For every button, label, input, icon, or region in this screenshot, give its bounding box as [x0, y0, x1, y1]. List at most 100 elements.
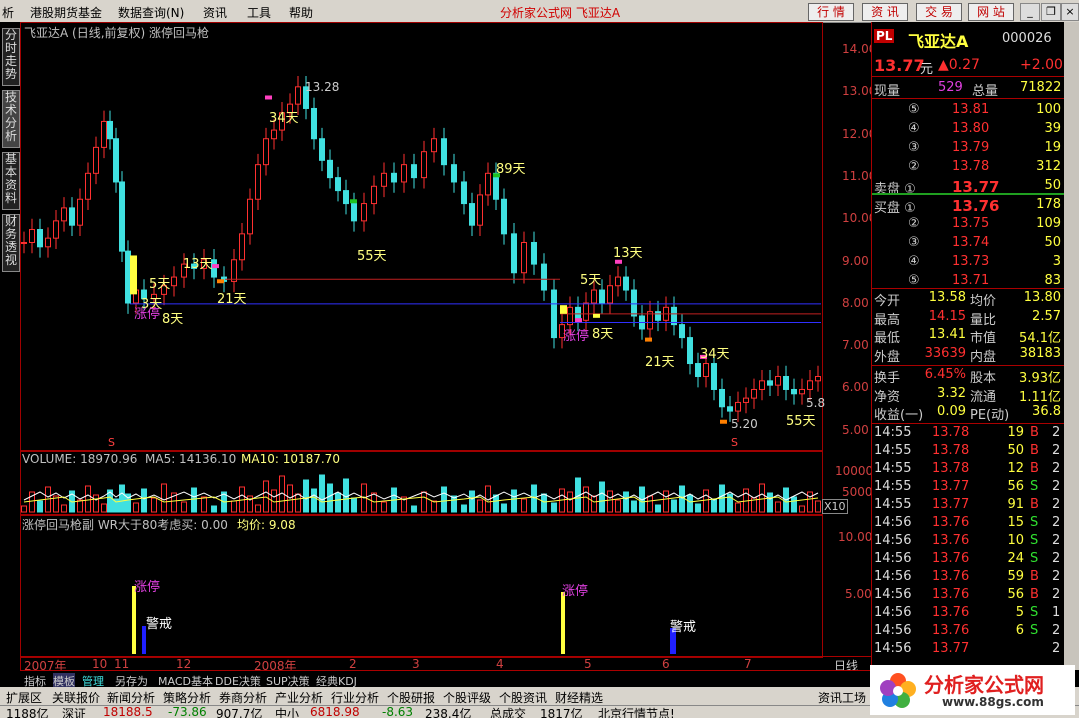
menu-item-help[interactable]: 帮助: [289, 4, 313, 21]
tick-count: 2: [1052, 587, 1061, 602]
price-tick: 9.00: [842, 253, 869, 268]
nav-sector[interactable]: 行业分析: [331, 689, 379, 706]
current-vol: 529: [938, 80, 963, 95]
nav-strategy[interactable]: 策略分析: [163, 689, 211, 706]
quotes-button[interactable]: 行 情: [808, 3, 854, 21]
last-price: 13.77: [874, 56, 925, 75]
bid-level-label: 买盘 ①: [874, 201, 916, 216]
candle-body: [319, 138, 325, 161]
volume-bar: [501, 503, 507, 513]
website-button[interactable]: 网 站: [968, 3, 1014, 21]
nav-finance-picks[interactable]: 财经精选: [555, 689, 603, 706]
tab-financials[interactable]: 财务透视: [2, 214, 20, 272]
nav-info-workshop[interactable]: 资讯工场: [818, 689, 866, 706]
tick-row: 14:55 13.77 91 B 2: [872, 497, 1065, 515]
candle-body: [125, 250, 131, 304]
candle-body: [783, 376, 789, 390]
volume-bar: [815, 500, 821, 513]
tick-time: 14:56: [874, 623, 912, 638]
left-tab-bar: 分时走势 技术分析 基本资料 财务透视: [0, 22, 21, 670]
candle-body: [815, 376, 821, 382]
info-button[interactable]: 资 讯: [862, 3, 908, 21]
limit-up-bar: [130, 255, 137, 295]
nav-news-analysis[interactable]: 新闻分析: [107, 689, 155, 706]
time-label-6: 6: [662, 657, 670, 671]
ask-volume: 50: [1044, 178, 1061, 193]
tick-count: 2: [1052, 443, 1061, 458]
trade-button[interactable]: 交 易: [916, 3, 962, 21]
candle-body: [381, 172, 387, 187]
volume-bar: [211, 505, 217, 513]
price-annotation: 21天: [217, 292, 247, 307]
volume-bar: [295, 493, 301, 513]
menu-item-tools[interactable]: 工具: [247, 4, 271, 21]
nav-industry-chain[interactable]: 产业分析: [275, 689, 323, 706]
tick-time: 14:55: [874, 497, 912, 512]
tick-row: 14:56 13.76 59 B 2: [872, 569, 1065, 587]
tab-fundamentals[interactable]: 基本资料: [2, 152, 20, 210]
price-tick: 8.00: [842, 295, 869, 310]
price-change: ▲0.27: [938, 57, 980, 73]
time-axis: 2007年 10 11 12 2008年 2 3 4 5 6 7 日线: [20, 656, 871, 673]
candle-body: [401, 164, 407, 183]
last-price-label: 5.8: [806, 396, 826, 410]
price-row: 13.77 元 ▲0.27 +2.00: [872, 56, 1065, 77]
tick-volume: 24: [1007, 551, 1024, 566]
volume-bar: [351, 497, 357, 513]
stat-label: 流通: [970, 389, 997, 405]
nav-stock-news[interactable]: 个股资讯: [499, 689, 547, 706]
stat-value: 13.58: [928, 290, 966, 305]
stock-name: 飞亚达A: [908, 32, 969, 51]
menu-item-news[interactable]: 资讯: [203, 4, 227, 21]
status-sz-amount: 907.7亿: [216, 707, 263, 718]
menu-item-data-query[interactable]: 数据查询(N): [118, 4, 184, 21]
nav-related-quotes[interactable]: 关联报价: [52, 689, 100, 706]
volume-bar: [201, 496, 207, 513]
tick-count: 2: [1052, 515, 1061, 530]
stat-value: 14.15: [928, 308, 966, 324]
signal-marker: [265, 95, 272, 100]
minimize-icon[interactable]: _: [1020, 3, 1040, 21]
tick-count: 2: [1052, 497, 1061, 512]
volume-bar: [521, 498, 527, 513]
nav-extension[interactable]: 扩展区: [6, 689, 42, 706]
candle-body: [45, 237, 51, 248]
site-logo: 分析家公式网 www.88gs.com: [870, 665, 1075, 715]
tick-volume: 50: [1007, 443, 1024, 458]
volume-bars: [21, 474, 821, 513]
candle-body: [77, 198, 83, 226]
time-label-3: 3: [412, 657, 420, 671]
indicator-limit-up-2: 涨停: [562, 584, 589, 599]
tab-technical[interactable]: 技术分析: [2, 90, 20, 148]
stat-row: 外盘 33639 内盘 38183: [872, 346, 1065, 365]
tab-intraday[interactable]: 分时走势: [2, 28, 20, 86]
volume-bar: [119, 484, 125, 513]
menu-item-hk-futures[interactable]: 港股期货基金: [30, 4, 102, 21]
nav-broker[interactable]: 券商分析: [219, 689, 267, 706]
candle-body: [655, 311, 661, 321]
stat-value: 13.41: [928, 327, 966, 342]
candle-body: [541, 263, 547, 291]
tick-count: 2: [1052, 623, 1061, 638]
restore-icon[interactable]: ❐: [1041, 3, 1061, 21]
tick-price: 13.77: [932, 479, 970, 494]
stat-value: 36.8: [1032, 404, 1061, 419]
candle-body: [583, 302, 589, 321]
status-sz-label: 深证: [62, 707, 87, 718]
candle-body: [751, 388, 757, 399]
high-price-label: 13.28: [305, 80, 340, 94]
tick-time: 14:56: [874, 605, 912, 620]
nav-stock-research[interactable]: 个股研报: [387, 689, 435, 706]
menu-item-analysis[interactable]: 析: [2, 4, 14, 21]
status-total-label: 总成交: [490, 707, 527, 718]
volume-bar: [431, 500, 437, 513]
candle-body: [335, 177, 341, 192]
tick-volume: 59: [1007, 569, 1024, 584]
stat-row: 最高 14.15 量比 2.57: [872, 308, 1065, 328]
signal-marker: [720, 419, 727, 424]
candle-body: [623, 276, 629, 291]
candle-body: [21, 241, 27, 244]
close-icon[interactable]: ×: [1061, 3, 1079, 21]
nav-stock-rating[interactable]: 个股评级: [443, 689, 491, 706]
right-scroll-strip[interactable]: [1064, 22, 1079, 670]
